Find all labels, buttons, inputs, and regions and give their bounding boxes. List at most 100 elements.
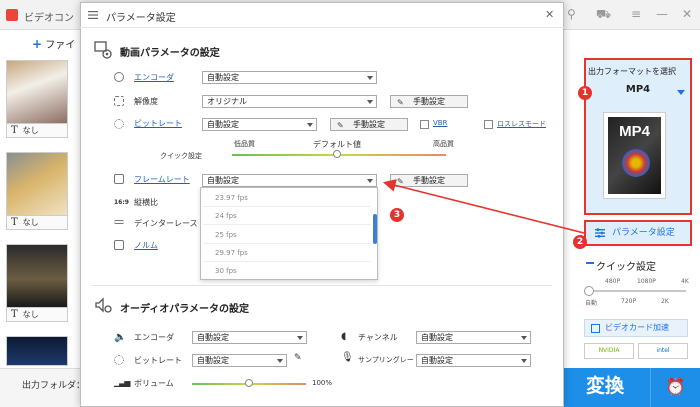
dialog-titlebar: パラメータ設定	[80, 2, 564, 28]
dropdown-option[interactable]: 30 fps	[215, 267, 237, 275]
bitrate-manual-button[interactable]: ✎ 手動設定	[330, 118, 408, 131]
plus-icon: +	[32, 37, 43, 51]
aspect-ratio-label: 縦横比	[134, 198, 158, 207]
gpu-acceleration-button[interactable]: ビデオカード加速	[584, 319, 688, 337]
audio-bitrate-select[interactable]: 自動設定	[192, 354, 287, 367]
audio-bitrate-icon	[114, 355, 124, 365]
video-thumbnail[interactable]	[6, 60, 68, 124]
menu-icon[interactable]: ≡	[631, 7, 641, 21]
lossless-checkbox[interactable]	[484, 120, 493, 129]
chevron-down-icon	[367, 76, 373, 80]
close-app-icon[interactable]: ✕	[682, 7, 692, 21]
dropdown-option[interactable]: 23.97 fps	[215, 194, 248, 202]
file-list: T なし T なし T なし	[0, 56, 80, 368]
channel-icon: ◖	[341, 331, 347, 342]
format-value[interactable]: MP4	[588, 84, 688, 100]
quality-slider-knob[interactable]	[333, 150, 341, 158]
alarm-clock-icon[interactable]: ⏰	[650, 368, 700, 407]
channel-select[interactable]: 自動設定	[416, 331, 531, 344]
volume-icon: ▁▃▅	[114, 378, 131, 387]
intel-badge: intel	[638, 343, 688, 359]
audio-bitrate-label: ビットレート	[134, 356, 182, 365]
app-logo-icon	[6, 9, 18, 21]
volume-slider-knob[interactable]	[245, 379, 253, 387]
resolution-manual-button[interactable]: ✎ 手動設定	[390, 95, 468, 108]
dropdown-divider	[203, 206, 371, 207]
framerate-select[interactable]: 自動設定	[202, 174, 377, 187]
pencil-icon: ✎	[337, 121, 344, 130]
speaker-icon: 🔈	[114, 332, 127, 343]
add-file-button[interactable]: + ファイ	[32, 36, 75, 51]
video-thumbnail[interactable]	[6, 244, 68, 308]
video-thumbnail[interactable]	[6, 152, 68, 216]
subtitle-select[interactable]: T なし	[6, 124, 68, 138]
norm-icon	[114, 240, 124, 250]
vbr-checkbox[interactable]	[420, 120, 429, 129]
minimize-icon[interactable]: —	[656, 7, 668, 21]
framerate-manual-button[interactable]: ✎ 手動設定	[390, 174, 468, 187]
framerate-label[interactable]: フレームレート	[134, 174, 190, 185]
lossless-label[interactable]: ロスレスモード	[497, 119, 546, 129]
quick-setting-knob[interactable]	[584, 286, 594, 296]
vbr-label[interactable]: VBR	[433, 119, 447, 127]
parameter-settings-button[interactable]: パラメータ設定	[584, 220, 692, 246]
subtitle-select[interactable]: T なし	[6, 216, 68, 230]
subtitle-select[interactable]: T なし	[6, 308, 68, 322]
video-bitrate-select[interactable]: 自動設定	[202, 118, 317, 131]
resolution-select[interactable]: オリジナル	[202, 95, 377, 108]
deinterlace-icon	[114, 220, 124, 224]
channel-label: チャンネル	[358, 333, 398, 342]
samplerate-select[interactable]: 自動設定	[416, 354, 531, 367]
resolution-label: 解像度	[134, 97, 158, 106]
samplerate-label: サンプリングレート	[358, 356, 421, 364]
resolution-icon	[114, 96, 124, 106]
audio-section-title: オーディオパラメータの設定	[120, 304, 249, 315]
dropdown-option[interactable]: 24 fps	[215, 212, 237, 220]
gpu-checkbox-icon	[591, 324, 600, 333]
volume-value: 100%	[312, 379, 333, 387]
quick-setting-title: クイック設定	[596, 262, 656, 273]
chevron-down-icon	[307, 123, 313, 127]
video-bitrate-label[interactable]: ビットレート	[134, 118, 182, 129]
text-icon: T	[11, 309, 18, 320]
sliders-icon	[595, 228, 605, 238]
framerate-icon	[114, 174, 124, 184]
dialog-close-icon[interactable]: ✕	[545, 8, 554, 21]
cart-icon[interactable]: ⛟	[596, 7, 611, 23]
section-divider	[92, 285, 552, 286]
dropdown-divider	[203, 224, 371, 225]
dropdown-option[interactable]: 29.97 fps	[215, 249, 248, 257]
chevron-down-icon	[521, 336, 527, 340]
dropdown-divider	[203, 261, 371, 262]
dropdown-scrollbar[interactable]	[373, 214, 377, 244]
microphone-icon: 🎙	[341, 352, 354, 363]
dropdown-option[interactable]: 25 fps	[215, 231, 237, 239]
pencil-icon: ✎	[397, 177, 404, 186]
pencil-icon[interactable]: ✎	[294, 353, 302, 363]
encoder-icon	[114, 72, 124, 82]
video-thumbnail[interactable]	[6, 336, 68, 366]
video-encoder-select[interactable]: 自動設定	[202, 71, 377, 84]
quality-high-label: 高品質	[433, 140, 454, 148]
quick-setting-icon	[586, 262, 594, 264]
nvidia-badge: NVIDIA	[584, 343, 634, 359]
sliders-icon	[88, 11, 98, 19]
quick-setting-label: クイック設定	[160, 152, 202, 160]
bitrate-icon	[114, 119, 124, 129]
mp4-format-icon[interactable]: MP4	[603, 112, 666, 199]
mp4-icon-text: MP4	[619, 123, 650, 140]
norm-label[interactable]: ノルム	[134, 240, 158, 251]
quick-setting-slider[interactable]	[590, 290, 686, 292]
video-settings-icon	[94, 41, 112, 59]
audio-encoder-label: エンコーダ	[134, 333, 174, 342]
app-title: ビデオコン	[24, 13, 74, 24]
deinterlace-label: デインターレース	[134, 219, 198, 228]
convert-button[interactable]: 変換	[560, 368, 650, 407]
audio-encoder-select[interactable]: 自動設定	[192, 331, 307, 344]
chevron-down-icon	[367, 179, 373, 183]
callout-badge-3: 3	[390, 208, 404, 222]
video-encoder-label[interactable]: エンコーダ	[134, 72, 174, 83]
key-icon[interactable]: ⚲	[567, 7, 576, 21]
chevron-down-icon[interactable]	[677, 90, 685, 95]
film-reel-icon: MP4	[608, 117, 661, 194]
